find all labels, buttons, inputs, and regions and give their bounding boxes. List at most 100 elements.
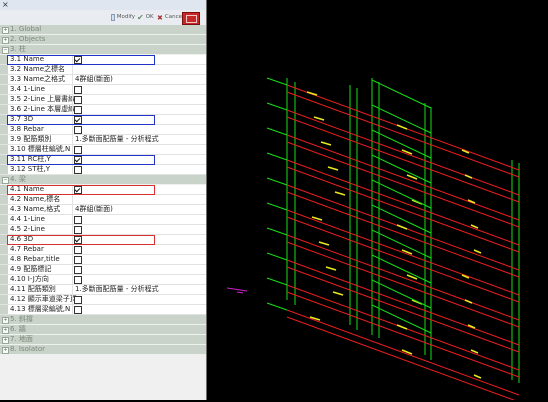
category-objects[interactable]: + 2. Objects [0,35,206,45]
beam-label-marker [464,174,473,179]
beam-label-marker [401,349,413,355]
beam-line [286,309,520,396]
prop-beam-rebar-title: 4.8 Rebar,title [0,255,206,265]
prop-label: 3.12 ST柱,Y [10,165,51,173]
prop-label: 4.2 Name,標名 [10,195,61,203]
prop-beam-1line: 4.4 1-Line [0,215,206,225]
prop-checkbox[interactable] [74,216,82,224]
collapse-icon[interactable]: − [2,47,9,54]
modify-icon [111,14,115,21]
category-label: 4. 梁 [10,175,26,183]
prop-checkbox[interactable] [74,146,82,154]
beam-line [286,209,520,296]
expand-icon[interactable]: + [2,37,9,44]
prop-beam-rebar-mark: 4.9 配筋標記 [0,265,206,275]
beam-label-marker [334,191,346,196]
properties-panel: × Modify ✔ OK ✖ Cancel + 1. Global + 2. … [0,0,207,400]
frame-edge [371,79,432,109]
display-mode-button[interactable] [182,12,200,25]
prop-label: 4.8 Rebar,title [10,255,60,263]
prop-checkbox[interactable] [74,96,82,104]
prop-checkbox[interactable] [74,276,82,284]
beam-label-marker [401,149,413,155]
cancel-icon: ✖ [157,13,163,22]
prop-label: 4.12 顯示車道梁子頁 [10,295,77,303]
prop-checkbox[interactable] [74,296,82,304]
category-wall[interactable]: + 6. 牆 [0,325,206,335]
category-label: 1. Global [10,25,42,33]
prop-beam-name-format: 4.3 Name,格式 4群組(斷面) [0,205,206,215]
prop-label: 4.9 配筋標記 [10,265,52,273]
3d-model-viewport[interactable] [207,0,548,402]
category-global[interactable]: + 1. Global [0,25,206,35]
structure-frame-drawing [226,77,520,402]
prop-value[interactable]: 1.多斷面配筋量 - 分析程式 [75,285,159,294]
beam-line [286,159,520,246]
prop-checkbox[interactable] [74,86,82,94]
ok-label: OK [145,14,154,20]
beam-line [286,191,520,278]
category-brace[interactable]: + 5. 斜撐 [0,315,206,325]
prop-column-number: 3.10 標層柱編號,N [0,145,206,155]
stray-marker [226,287,248,292]
beam-line [286,134,520,221]
prop-checkbox[interactable] [74,226,82,234]
prop-checkbox[interactable] [74,166,82,174]
beam-label-marker [464,299,473,304]
beam-label-marker [320,141,332,146]
category-beam[interactable]: − 4. 梁 [0,175,206,185]
beam-label-marker [327,166,339,171]
highlight-column-name [7,55,155,65]
prop-label: 3.8 Rebar [10,125,44,133]
prop-label: 4.5 2-Line [10,225,45,233]
prop-value[interactable]: 4群組(斷面) [75,75,113,84]
ok-button[interactable]: ✔ OK [137,12,154,23]
category-label: 3. 柱 [10,45,26,53]
close-icon[interactable]: × [2,0,9,10]
frame-edge [266,127,288,136]
prop-column-2line-dashed: 3.6 2-Line 本層虛線 [0,105,206,115]
prop-column-name-format: 3.3 Name之格式 4群組(斷面) [0,75,206,85]
beam-label-marker [332,291,344,296]
prop-label: 3.6 2-Line 本層虛線 [10,105,76,113]
prop-checkbox[interactable] [74,106,82,114]
prop-label: 4.10 I-J方向 [10,275,49,283]
frame-edge [266,252,288,261]
highlight-column-3d [7,115,155,125]
prop-beam-2line: 4.5 2-Line [0,225,206,235]
prop-beam-rebar-type: 4.11 配筋類別 1.多斷面配筋量 - 分析程式 [0,285,206,295]
prop-checkbox[interactable] [74,306,82,314]
prop-checkbox[interactable] [74,126,82,134]
beam-line [286,91,520,178]
beam-line [286,116,520,203]
prop-checkbox[interactable] [74,266,82,274]
cancel-button[interactable]: ✖ Cancel [157,12,184,23]
prop-beam-number: 4.13 標層梁編號,N [0,305,206,315]
highlight-beam-name [7,185,155,195]
expand-icon[interactable]: + [2,337,9,344]
category-column[interactable]: − 3. 柱 [0,45,206,55]
collapse-icon[interactable]: − [2,177,9,184]
beam-line [286,234,520,321]
expand-icon[interactable]: + [2,327,9,334]
expand-icon[interactable]: + [2,27,9,34]
prop-checkbox[interactable] [74,256,82,264]
expand-icon[interactable]: + [2,317,9,324]
category-label: 5. 斜撐 [10,315,33,323]
frame-edge [266,177,288,186]
prop-label: 4.13 標層梁編號,N [10,305,71,313]
prop-value[interactable]: 4群組(斷面) [75,205,113,214]
category-foundation[interactable]: + 7. 地面 [0,335,206,345]
modify-button[interactable]: Modify [111,12,135,23]
prop-label: 4.3 Name,格式 [10,205,61,213]
stray-marker [236,291,244,294]
category-label: 6. 牆 [10,325,26,333]
prop-value[interactable]: 1.多斷面配筋量 - 分析程式 [75,135,159,144]
beam-label-marker [401,249,413,255]
prop-label: 3.10 標層柱編號,N [10,145,71,153]
beam-line [286,259,520,346]
category-isolator[interactable]: + 8. Isolator [0,345,206,355]
prop-label: 4.7 Rebar [10,245,44,253]
expand-icon[interactable]: + [2,347,9,354]
prop-checkbox[interactable] [74,246,82,254]
